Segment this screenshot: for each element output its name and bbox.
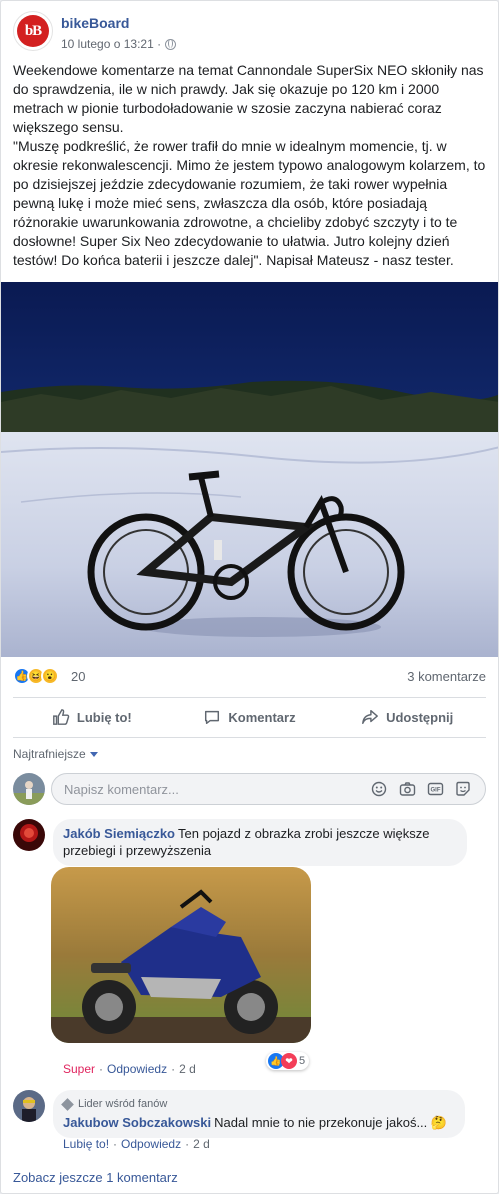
gif-icon[interactable]: GIF [426, 780, 444, 798]
comment-composer: GIF [13, 773, 486, 805]
comment-bubble: Jakób Siemiączko Ten pojazd z obrazka zro… [53, 819, 467, 866]
separator: · [185, 1137, 190, 1151]
like-link[interactable]: Lubię to! [63, 1137, 109, 1151]
divider [13, 737, 486, 738]
comment-reactions[interactable]: 👍 ❤ 5 [266, 1052, 310, 1070]
avatar-image [13, 773, 45, 805]
separator: · [113, 1137, 118, 1151]
reply-link[interactable]: Odpowiedz [107, 1062, 167, 1076]
reply-link[interactable]: Odpowiedz [121, 1137, 181, 1151]
thinking-face-icon: 🤔 [430, 1115, 448, 1130]
emoji-icon[interactable] [370, 780, 388, 798]
sort-label: Najtrafniejsze [13, 747, 86, 761]
comments-count[interactable]: 3 komentarze [407, 669, 486, 684]
page-name[interactable]: bikeBoard [61, 15, 129, 31]
comment-icon [205, 710, 220, 725]
avatar-image [13, 1090, 45, 1122]
comment-actions: Super · Odpowiedz · 2 d [63, 1062, 196, 1076]
comment-sort-dropdown[interactable]: Najtrafniejsze [13, 747, 98, 761]
like-label: Lubię to! [76, 709, 132, 725]
sticker-icon[interactable] [454, 780, 472, 798]
reaction-count[interactable]: 20 [71, 669, 85, 684]
share-label: Udostępnij [386, 709, 454, 725]
page-avatar[interactable]: bB [13, 11, 53, 51]
bike-in-snow-image [1, 282, 498, 657]
top-fan-label: Lider wśród fanów [78, 1098, 168, 1110]
my-avatar[interactable] [13, 773, 45, 805]
reaction-icons[interactable]: 👍 😆 😮 [13, 667, 59, 685]
divider [13, 697, 486, 698]
comment-attachment-image[interactable] [51, 867, 311, 1043]
post-header: bB bikeBoard 10 lutego o 13:21 · [13, 11, 486, 55]
svg-text:GIF: GIF [430, 788, 440, 794]
thumbs-up-icon [52, 709, 70, 725]
share-button[interactable]: Udostępnij [328, 701, 486, 733]
comment-age[interactable]: 2 d [193, 1137, 210, 1151]
post-card: bB bikeBoard 10 lutego o 13:21 · Weekend… [0, 0, 499, 1194]
commenter-avatar[interactable] [13, 819, 45, 851]
comment-bubble: Lider wśród fanów Jakubow Sobczakowski Na… [53, 1090, 465, 1138]
comment-author[interactable]: Jakób Siemiączko [63, 826, 175, 841]
view-more-comments-link[interactable]: Zobacz jeszcze 1 komentarz [13, 1170, 178, 1185]
like-button[interactable]: Lubię to! [13, 701, 171, 733]
globe-icon [165, 38, 177, 50]
commenter-avatar[interactable] [13, 1090, 45, 1122]
comment-author[interactable]: Jakubow Sobczakowski [63, 1115, 211, 1130]
comment-age[interactable]: 2 d [179, 1062, 196, 1076]
wow-reaction-icon: 😮 [41, 667, 59, 685]
motorcycle-image [51, 867, 311, 1043]
reaction-super-link[interactable]: Super [63, 1062, 95, 1076]
post-photo[interactable] [1, 282, 498, 657]
share-icon [362, 709, 379, 725]
avatar-image [13, 819, 45, 851]
caret-down-icon [89, 751, 98, 757]
comment-button[interactable]: Komentarz [171, 701, 329, 733]
camera-icon[interactable] [398, 780, 416, 798]
post-paragraph: Weekendowe komentarze na temat Cannondal… [13, 62, 484, 135]
post-meta: 10 lutego o 13:21 · [61, 37, 177, 51]
post-text: Weekendowe komentarze na temat Cannondal… [13, 61, 489, 270]
reactions-summary: 👍 😆 😮 20 3 komentarze [13, 667, 486, 687]
comment-actions: Lubię to! · Odpowiedz · 2 d [63, 1137, 210, 1151]
separator: · [171, 1062, 176, 1076]
separator: · [99, 1062, 104, 1076]
post-timestamp[interactable]: 10 lutego o 13:21 · [61, 37, 161, 51]
comment-reaction-count: 5 [299, 1055, 306, 1067]
diamond-icon [61, 1098, 74, 1111]
post-actions: Lubię to! Komentarz Udostępnij [13, 701, 486, 733]
top-fan-badge: Lider wśród fanów [61, 1096, 455, 1113]
bikeboard-logo: bB [17, 15, 49, 47]
post-paragraph: "Muszę podkreślić, że rower trafił do mn… [13, 138, 486, 268]
love-reaction-icon: ❤ [281, 1053, 297, 1069]
composer-tools: GIF [370, 780, 472, 798]
comment-text: Nadal mnie to nie przekonuje jakoś... [214, 1115, 428, 1130]
comment-label: Komentarz [228, 709, 296, 725]
